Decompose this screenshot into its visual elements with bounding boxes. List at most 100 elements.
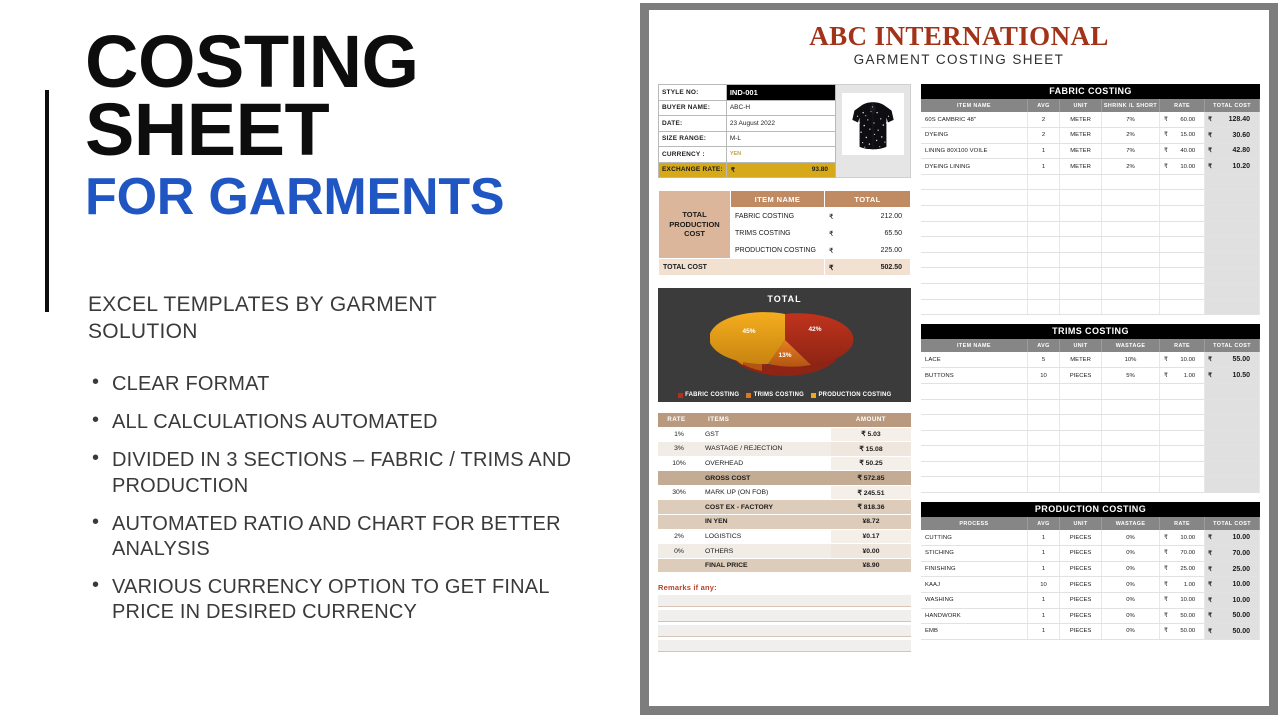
row-total: ₹10.00 xyxy=(1204,592,1260,609)
tpc-row-name: FABRIC COSTING xyxy=(730,207,825,225)
empty-row[interactable] xyxy=(921,236,1260,253)
row-wastage: 5% xyxy=(1101,367,1161,384)
buyer-name-value[interactable]: ABC-H xyxy=(725,99,837,116)
tpc-amount-number: 212.00 xyxy=(880,212,902,220)
sheet-right-column: FABRIC COSTING ITEM NAME AVG UNIT SHRINK… xyxy=(921,84,1260,698)
garment-image-box xyxy=(836,84,911,178)
row-process-name: WASHING xyxy=(921,592,1028,609)
row-wastage: 0% xyxy=(1101,623,1161,640)
empty-row[interactable] xyxy=(921,399,1260,416)
table-header-row: RATE ITEMS AMOUNT xyxy=(658,413,911,428)
sheet-header: ABC INTERNATIONAL GARMENT COSTING SHEET xyxy=(658,16,1260,68)
pie-svg xyxy=(709,312,853,376)
header-total-cost: TOTAL COST xyxy=(1204,517,1260,531)
empty-row[interactable] xyxy=(921,299,1260,316)
cost-distribution-pie-chart: TOTAL 42% 13% 45% FABRIC COSTING TRIMS C… xyxy=(658,288,911,402)
row-amount: ₹ 245.51 xyxy=(831,485,911,501)
header-total-cost: TOTAL COST xyxy=(1204,339,1260,353)
empty-row[interactable] xyxy=(921,283,1260,300)
row-unit: PIECES xyxy=(1059,608,1103,625)
row-item: GST xyxy=(700,427,831,443)
remarks-input-line[interactable] xyxy=(658,610,911,623)
date-value[interactable]: 23 August 2022 xyxy=(725,115,837,132)
empty-row[interactable] xyxy=(921,252,1260,269)
empty-row[interactable] xyxy=(921,445,1260,462)
row-rate-number: 70.00 xyxy=(1180,550,1196,557)
tpc-total-label: TOTAL COST xyxy=(658,258,825,276)
row-unit: PIECES xyxy=(1059,623,1103,640)
header-unit: UNIT xyxy=(1059,517,1103,531)
header-item-name: ITEM NAME xyxy=(921,99,1028,112)
rupee-symbol: ₹ xyxy=(829,213,834,221)
row-avg: 2 xyxy=(1027,112,1061,129)
empty-row[interactable] xyxy=(921,205,1260,222)
row-avg: 1 xyxy=(1027,545,1061,562)
row-rate xyxy=(658,558,700,574)
rupee-symbol: ₹ xyxy=(730,167,735,175)
rupee-symbol: ₹ xyxy=(829,230,834,238)
tpc-header-item-name: ITEM NAME xyxy=(730,190,825,208)
style-info-table: STYLE NO: IND-001 BUYER NAME: ABC-H DATE… xyxy=(658,84,837,178)
row-avg: 1 xyxy=(1027,608,1061,625)
row-rate: ₹10.00 xyxy=(1159,158,1206,175)
empty-row[interactable] xyxy=(921,476,1260,494)
rupee-symbol: ₹ xyxy=(1164,628,1168,635)
row-rate: ₹1.00 xyxy=(1159,367,1206,384)
exchange-rate-value[interactable]: ₹ 93.80 xyxy=(725,161,837,178)
table-row: WASHING 1 PIECES 0% ₹10.00 ₹10.00 xyxy=(921,592,1260,609)
header-rate: RATE xyxy=(1159,99,1206,112)
list-item: AUTOMATED RATIO AND CHART FOR BETTER ANA… xyxy=(88,510,588,562)
rupee-symbol: ₹ xyxy=(1164,550,1168,557)
pie-label-production: 45% xyxy=(742,328,756,335)
currency-value[interactable]: YEN xyxy=(725,146,837,163)
costing-sheet-frame: ABC INTERNATIONAL GARMENT COSTING SHEET … xyxy=(640,3,1278,715)
legend-swatch-icon xyxy=(746,392,752,398)
row-rate-number: 25.00 xyxy=(1180,566,1196,573)
empty-row[interactable] xyxy=(921,461,1260,478)
row-unit: METER xyxy=(1059,158,1103,175)
row-rate xyxy=(658,470,700,486)
row-rate-number: 1.00 xyxy=(1183,372,1196,379)
table-row-cost-ex-factory: COST EX - FACTORY ₹ 818.36 xyxy=(658,499,911,516)
header-rate: RATE xyxy=(1159,517,1206,531)
garment-photo xyxy=(842,93,904,155)
empty-row[interactable] xyxy=(921,174,1260,191)
row-item: IN YEN xyxy=(700,514,831,530)
style-no-value[interactable]: IND-001 xyxy=(725,84,837,101)
remarks-input-line[interactable] xyxy=(658,625,911,638)
empty-row[interactable] xyxy=(921,189,1260,207)
row-rate: 1% xyxy=(658,427,700,443)
row-item: OTHERS xyxy=(700,543,831,559)
row-process-name: STICHING xyxy=(921,545,1028,562)
row-rate: 2% xyxy=(658,529,700,545)
empty-row[interactable] xyxy=(921,267,1260,285)
empty-row[interactable] xyxy=(921,383,1260,400)
row-item: LOGISTICS xyxy=(700,529,831,545)
row-amount: ¥8.72 xyxy=(831,514,911,530)
rupee-symbol: ₹ xyxy=(1208,164,1212,171)
row-shrink: 7% xyxy=(1101,143,1161,160)
table-header-row: ITEM NAME AVG UNIT WASTAGE RATE TOTAL CO… xyxy=(921,339,1260,353)
size-range-value[interactable]: M-L xyxy=(725,130,837,147)
empty-row[interactable] xyxy=(921,414,1260,431)
tpc-row-amount: ₹ 225.00 xyxy=(824,241,911,259)
row-total-number: 10.50 xyxy=(1232,372,1250,380)
title-line-1: COSTING xyxy=(85,20,419,103)
table-row-exchange-rate: EXCHANGE RATE: ₹ 93.80 xyxy=(658,161,837,178)
rupee-symbol: ₹ xyxy=(1208,117,1212,124)
row-wastage: 0% xyxy=(1101,530,1161,547)
empty-row[interactable] xyxy=(921,221,1260,238)
remarks-input-line[interactable] xyxy=(658,640,911,653)
row-unit: METER xyxy=(1059,127,1103,144)
row-amount: ₹ 5.03 xyxy=(831,427,911,443)
row-process-name: FINISHING xyxy=(921,561,1028,578)
row-process-name: EMB xyxy=(921,623,1028,640)
empty-row[interactable] xyxy=(921,430,1260,447)
row-process-name: CUTTING xyxy=(921,530,1028,547)
header-wastage: WASTAGE xyxy=(1101,339,1161,353)
row-unit: PIECES xyxy=(1059,561,1103,578)
size-range-label: SIZE RANGE: xyxy=(658,130,727,147)
header-avg: AVG xyxy=(1027,517,1061,531)
rupee-symbol: ₹ xyxy=(1208,148,1212,155)
remarks-input-line[interactable] xyxy=(658,595,911,608)
